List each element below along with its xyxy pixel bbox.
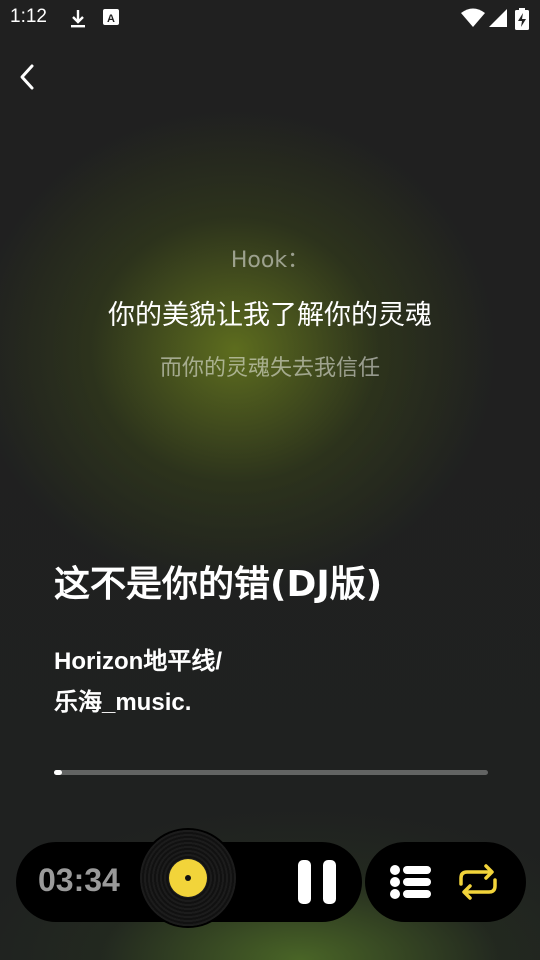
pause-bar-left: [298, 860, 311, 904]
back-button[interactable]: [10, 62, 44, 96]
background-gradient: [0, 0, 540, 960]
progress-fill: [54, 770, 62, 775]
playlist-icon: [389, 865, 433, 906]
secondary-controls-pill: [365, 842, 526, 922]
playlist-button[interactable]: [389, 862, 435, 902]
artist-line-1: Horizon地平线/: [54, 648, 222, 675]
player-controls-pill: 03:34: [16, 830, 362, 926]
disc-center-hole: [185, 875, 191, 881]
disc-label: [169, 859, 207, 897]
lyric-current-line: 你的美貌让我了解你的灵魂: [108, 300, 432, 331]
artist-name[interactable]: Horizon地平线/ 乐海_music.: [54, 641, 474, 723]
chevron-left-icon: [17, 63, 37, 95]
repeat-icon: [455, 864, 501, 906]
lyric-next-line: 而你的灵魂失去我信任: [159, 356, 380, 381]
svg-text:A: A: [107, 13, 115, 25]
download-icon: [68, 8, 88, 34]
keyboard-a-icon: A: [103, 8, 119, 30]
repeat-button[interactable]: [455, 862, 501, 902]
wifi-icon: [461, 8, 485, 32]
vinyl-disc-icon[interactable]: [140, 830, 236, 926]
status-bar: 1:12 A: [0, 0, 540, 36]
pause-button[interactable]: [296, 860, 340, 904]
progress-bar[interactable]: [54, 770, 488, 775]
status-time: 1:12: [10, 6, 47, 27]
song-title: 这不是你的错(DJ版): [54, 564, 383, 605]
elapsed-time: 03:34: [38, 862, 120, 898]
lyric-previous-line: Hook：: [230, 248, 310, 273]
signal-icon: [488, 8, 508, 32]
battery-icon: [515, 8, 529, 34]
pause-bar-right: [323, 860, 336, 904]
artist-line-2: 乐海_music.: [54, 689, 192, 716]
